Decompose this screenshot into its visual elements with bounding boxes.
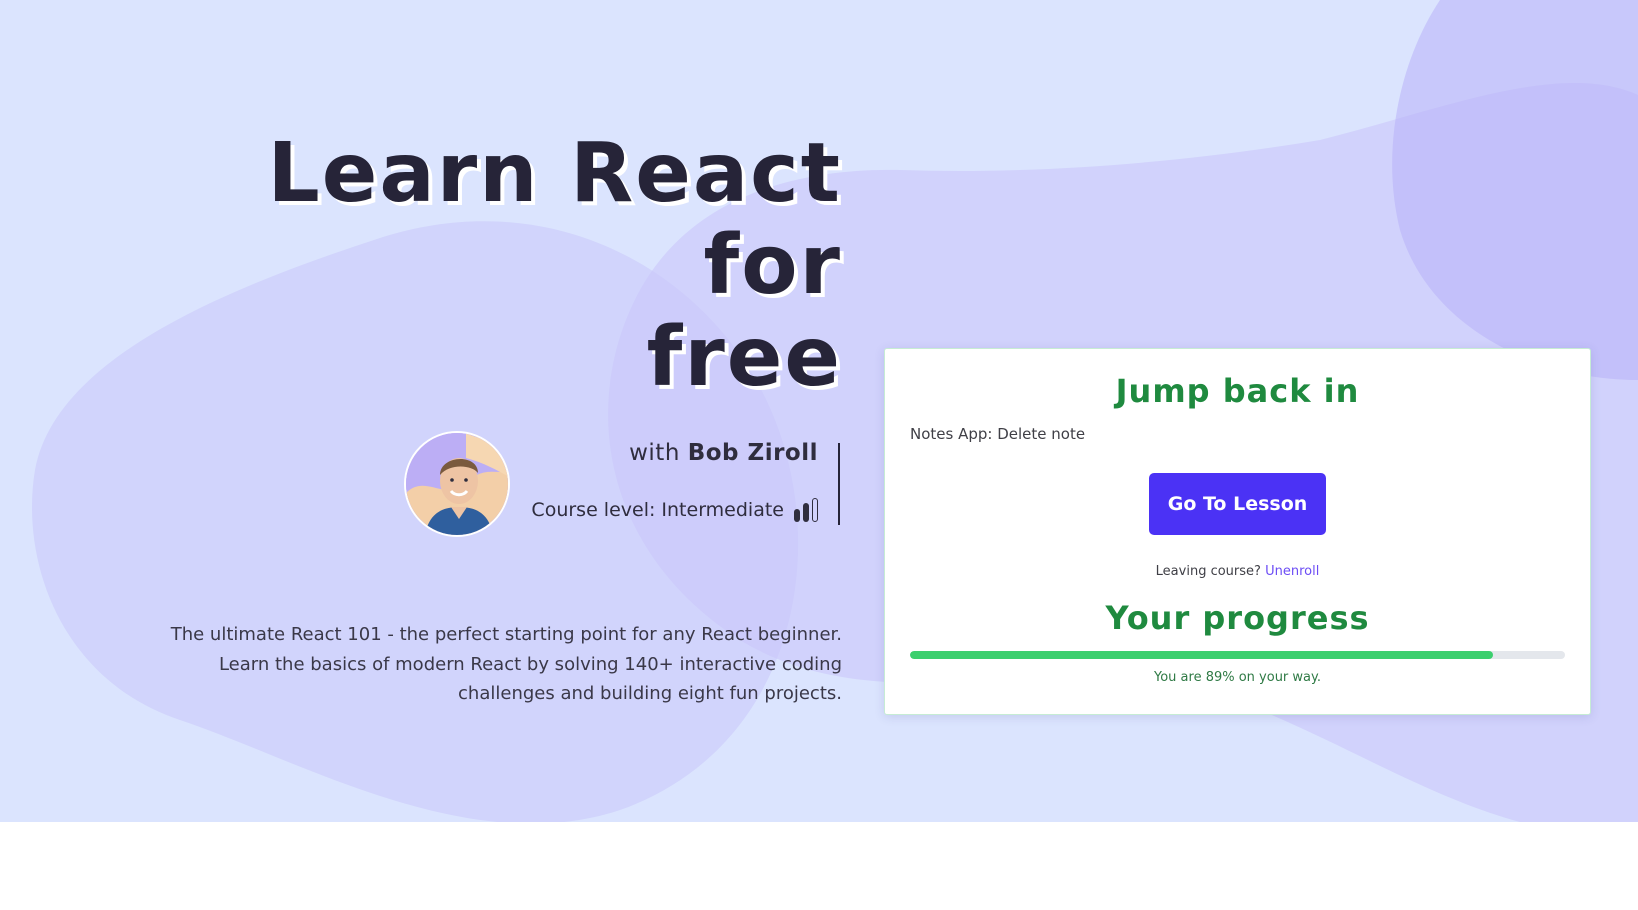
current-lesson-name: Notes App: Delete note: [910, 425, 1086, 443]
signal-bars-icon: [794, 498, 818, 522]
instructor-name: Bob Ziroll: [687, 440, 818, 466]
course-level: Course level: Intermediate: [470, 496, 818, 524]
course-description: The ultimate React 101 - the perfect sta…: [120, 620, 842, 709]
leaving-course-text: Leaving course? Unenroll: [885, 564, 1590, 579]
go-to-lesson-button[interactable]: Go To Lesson: [1149, 473, 1326, 535]
description-line: The ultimate React 101 - the perfect sta…: [170, 624, 842, 645]
jump-back-heading: Jump back in: [1115, 372, 1360, 410]
progress-card: Jump back in Notes App: Delete note Go T…: [884, 348, 1591, 715]
level-bar-2: [803, 503, 809, 522]
title-line-2: free: [646, 310, 842, 405]
progress-heading: Your progress: [1105, 599, 1370, 637]
level-bar-3: [812, 498, 818, 522]
description-line: challenges and building eight fun projec…: [458, 683, 842, 704]
page-title: Learn React for free: [100, 128, 842, 404]
progress-text: You are 89% on your way.: [1154, 670, 1321, 685]
progress-bar: [910, 651, 1565, 659]
title-line-1: Learn React for: [267, 126, 842, 313]
leaving-course-label: Leaving course?: [1155, 564, 1261, 579]
divider: [838, 443, 840, 525]
course-level-label: Course level: Intermediate: [531, 499, 784, 521]
progress-bar-fill: [910, 651, 1493, 659]
level-bar-1: [794, 509, 800, 522]
instructor-prefix: with: [629, 440, 680, 466]
hero-section: Learn React for free with Bob Ziroll Cou…: [0, 0, 1638, 822]
unenroll-link[interactable]: Unenroll: [1265, 564, 1319, 579]
description-line: Learn the basics of modern React by solv…: [218, 653, 842, 675]
instructor-line: with Bob Ziroll: [500, 440, 818, 466]
